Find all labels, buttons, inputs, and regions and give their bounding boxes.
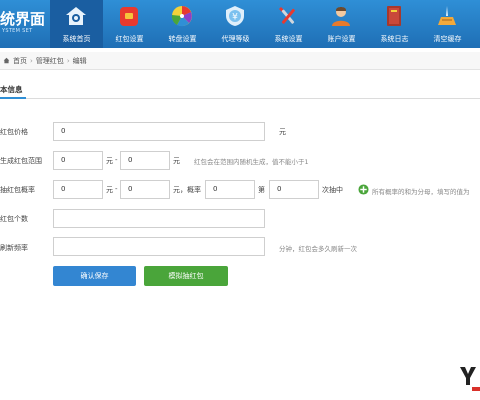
top-nav-bar: 统界面 YSTEM SET 系统首页 红包设置 转盘设置 ¥ 代理等级 系统设置…	[0, 0, 480, 48]
breadcrumb-home[interactable]: 首页	[13, 56, 27, 66]
nav-item-clear-cache[interactable]: 清空缓存	[421, 0, 474, 48]
prob-dash: -	[115, 185, 118, 193]
prob-rate-input[interactable]: 0	[205, 180, 255, 199]
color-wheel-icon	[171, 6, 192, 27]
price-label: 红包价格	[0, 128, 28, 136]
nav-label: 清空缓存	[433, 35, 462, 43]
simulate-draw-button[interactable]: 模拟抽红包	[144, 266, 228, 286]
prob-max-unit: 元	[173, 186, 180, 194]
red-envelope-icon	[120, 7, 138, 26]
section-title: 本信息	[0, 85, 23, 94]
logo-subtitle: YSTEM SET	[2, 28, 33, 34]
range-dash: -	[115, 156, 118, 164]
range-min-unit: 元	[106, 157, 113, 165]
home-icon	[66, 7, 86, 25]
nav-item-red-envelope[interactable]: 红包设置	[103, 0, 156, 48]
nav-label: 代理等级	[221, 35, 250, 43]
svg-text:¥: ¥	[232, 13, 238, 23]
price-input[interactable]: 0	[53, 122, 265, 141]
range-max-unit: 元	[173, 157, 180, 165]
nav-label: 账户设置	[327, 35, 356, 43]
nav-label: 系统日志	[380, 35, 409, 43]
app-logo: 统界面 YSTEM SET	[0, 6, 48, 42]
prob-max-input[interactable]: 0	[120, 180, 170, 199]
tools-icon	[279, 7, 295, 24]
prob-rate-label: ，概率	[180, 186, 201, 194]
prob-times-input[interactable]: 0	[269, 180, 319, 199]
nav-label: 系统首页	[62, 35, 91, 43]
broom-icon	[438, 6, 456, 25]
nav-item-system-settings[interactable]: 系统设置	[262, 0, 315, 48]
prob-suffix: 次抽中	[322, 186, 343, 194]
refresh-hint: 分钟，红包会多久刷新一次	[279, 245, 357, 253]
save-button[interactable]: 确认保存	[53, 266, 136, 286]
add-icon[interactable]	[358, 184, 369, 195]
nav-item-account[interactable]: 账户设置	[315, 0, 368, 48]
section-divider	[0, 98, 480, 99]
user-icon	[332, 7, 350, 26]
price-unit: 元	[279, 128, 286, 136]
range-hint: 红包会在范围内随机生成，值不能小于1	[194, 158, 309, 166]
prob-label: 抽红包概率	[0, 186, 35, 194]
breadcrumb-separator: ›	[66, 56, 70, 65]
nav-label: 系统设置	[274, 35, 303, 43]
breadcrumb-section[interactable]: 管理红包	[36, 56, 64, 66]
watermark-logo	[460, 367, 480, 391]
nav-label: 转盘设置	[168, 35, 197, 43]
nav-item-home[interactable]: 系统首页	[50, 0, 103, 48]
refresh-label: 刷新频率	[0, 244, 28, 252]
range-min-input[interactable]: 0	[53, 151, 103, 170]
prob-between-text: 第	[258, 186, 265, 194]
nav-label: 红包设置	[115, 35, 144, 43]
breadcrumb-separator: ›	[30, 56, 33, 65]
section-tab-indicator	[0, 97, 26, 99]
count-input[interactable]	[53, 209, 265, 228]
logo-title: 统界面	[0, 10, 46, 28]
shield-money-icon: ¥	[226, 6, 244, 26]
prob-min-input[interactable]: 0	[53, 180, 103, 199]
home-icon	[3, 57, 10, 64]
nav-item-agent-level[interactable]: ¥ 代理等级	[209, 0, 262, 48]
range-max-input[interactable]: 0	[120, 151, 170, 170]
breadcrumb-current: 编辑	[72, 56, 87, 65]
nav-item-system-log[interactable]: 系统日志	[368, 0, 421, 48]
refresh-input[interactable]	[53, 237, 265, 256]
breadcrumb: 首页 › 管理红包 › 编辑	[0, 52, 480, 70]
count-label: 红包个数	[0, 215, 28, 223]
main-nav: 系统首页 红包设置 转盘设置 ¥ 代理等级 系统设置 账户设置 系统日志 清空缓…	[50, 0, 474, 48]
nav-item-wheel[interactable]: 转盘设置	[156, 0, 209, 48]
book-icon	[387, 6, 401, 26]
prob-hint: 所有概率的和为分母，填写的值为	[372, 188, 470, 196]
range-label: 生成红包范围	[0, 157, 42, 165]
prob-min-unit: 元	[106, 186, 113, 194]
